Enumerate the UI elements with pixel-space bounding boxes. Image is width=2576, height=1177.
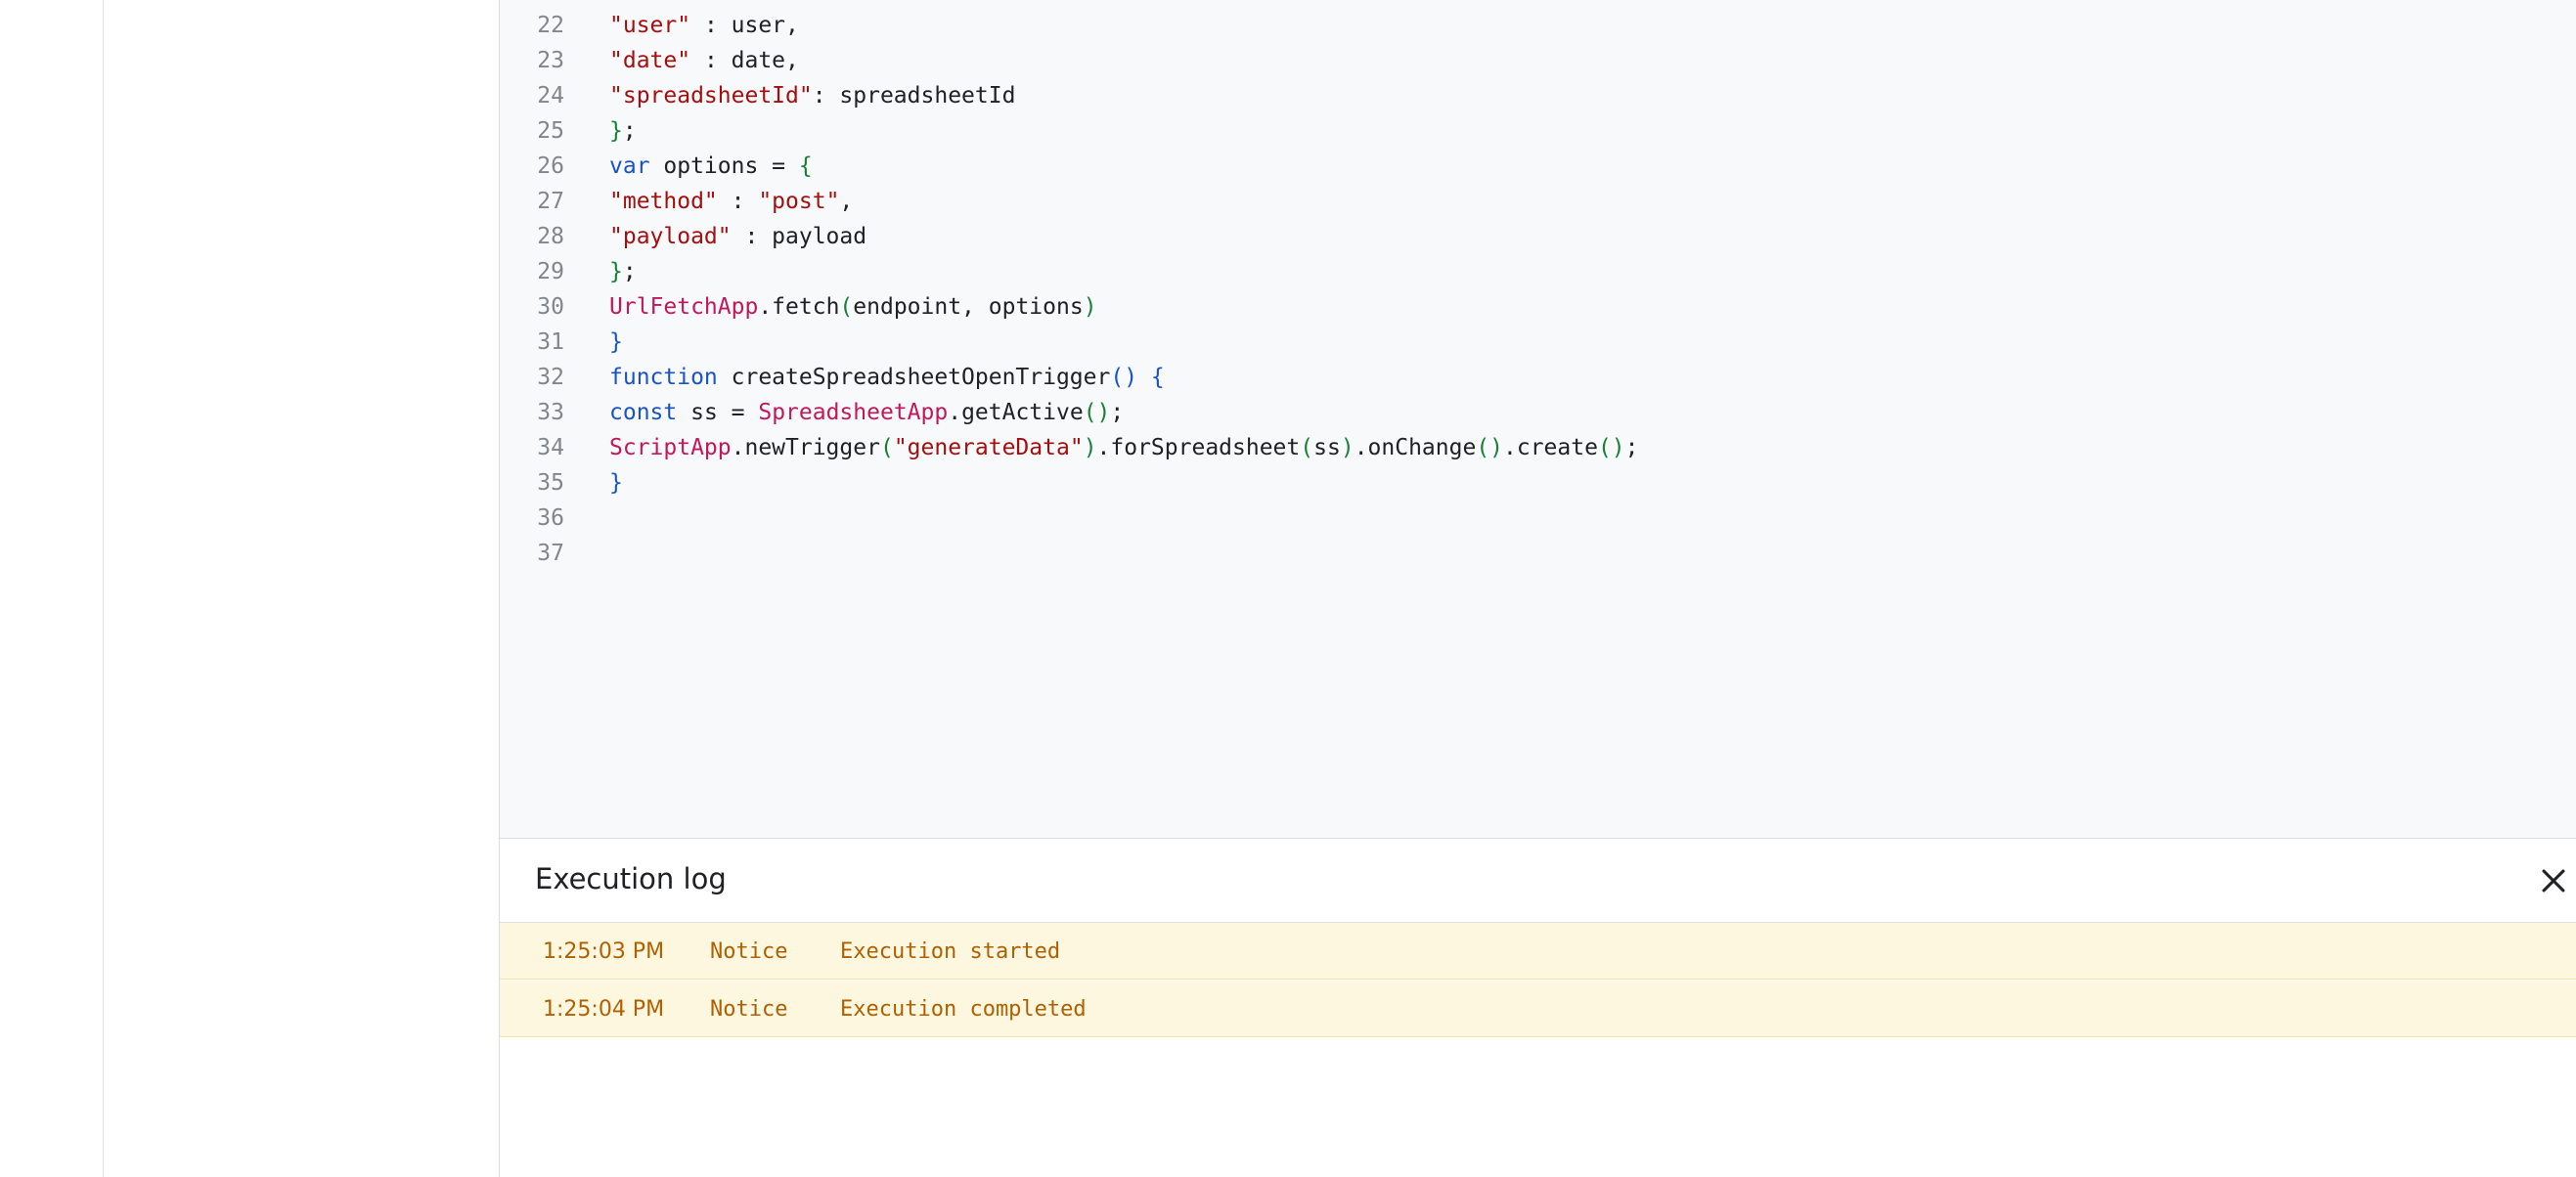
code-token: )	[1083, 294, 1097, 320]
line-number: 28	[537, 224, 564, 249]
code-token: options =	[649, 153, 799, 179]
log-level: Notice	[710, 939, 788, 964]
code-token: ;	[1624, 435, 1639, 460]
code-token: SpreadsheetApp	[758, 400, 949, 425]
code-token: "spreadsheetId"	[609, 83, 813, 109]
execution-log-title: Execution log	[535, 862, 727, 895]
line-number: 36	[537, 505, 564, 531]
code-token: (	[1300, 435, 1314, 460]
log-time: 1:25:04 PM	[543, 997, 665, 1022]
line-number: 27	[537, 189, 564, 214]
code-token: .getActive	[948, 400, 1084, 425]
log-entry: 1:25:03 PM Notice Execution started	[500, 923, 2576, 980]
code-token: : spreadsheetId	[812, 83, 1016, 109]
line-number: 25	[537, 118, 564, 144]
line-number: 33	[537, 400, 564, 425]
code-token: }	[609, 259, 623, 284]
code-text: };	[609, 113, 637, 149]
log-time: 1:25:03 PM	[543, 939, 665, 964]
log-message: Execution completed	[840, 997, 1087, 1022]
code-token: .fetch	[758, 294, 840, 320]
code-token: :	[717, 189, 759, 214]
code-token: endpoint, options	[853, 294, 1084, 320]
code-token: )	[1340, 435, 1355, 460]
code-token: ScriptApp	[609, 435, 732, 460]
code-token: const	[609, 400, 678, 425]
log-level: Notice	[710, 997, 788, 1022]
code-text: ScriptApp.newTrigger("generateData").for…	[609, 430, 1639, 465]
line-number: 37	[537, 541, 564, 566]
code-token: var	[609, 153, 650, 179]
code-text: "spreadsheetId": spreadsheetId	[609, 78, 1015, 113]
line-number: 23	[537, 48, 564, 73]
line-number: 24	[537, 83, 564, 109]
code-token: ,	[839, 189, 854, 214]
code-token: )	[1083, 435, 1097, 460]
left-rail	[0, 0, 104, 1177]
code-token: ()	[1597, 435, 1625, 460]
code-text: function createSpreadsheetOpenTrigger() …	[609, 360, 1165, 395]
code-token: .newTrigger	[731, 435, 880, 460]
code-token: "user"	[609, 13, 691, 38]
line-number: 32	[537, 365, 564, 390]
code-token: }	[609, 470, 623, 496]
line-number: 35	[537, 470, 564, 496]
code-text: "method" : "post",	[609, 184, 853, 219]
line-number: 34	[537, 435, 564, 460]
code-token: {	[798, 153, 813, 179]
close-icon[interactable]	[2537, 864, 2570, 897]
code-token: ss =	[677, 400, 759, 425]
line-number: 30	[537, 294, 564, 320]
code-token: : date,	[690, 48, 799, 73]
code-token: : user,	[690, 13, 799, 38]
code-text: "payload" : payload	[609, 219, 866, 254]
line-number: 31	[537, 329, 564, 355]
code-token: {	[1150, 365, 1165, 390]
code-text: }	[609, 465, 623, 501]
execution-log-panel: Execution log 1:25:03 PM Notice Execution …	[500, 839, 2576, 1177]
code-token: "generateData"	[893, 435, 1084, 460]
code-token: : payload	[731, 224, 867, 249]
code-token: UrlFetchApp	[609, 294, 759, 320]
code-text: const ss = SpreadsheetApp.getActive();	[609, 395, 1124, 430]
code-token: ()	[1476, 435, 1504, 460]
line-number: 26	[537, 153, 564, 179]
code-text: "user" : user,	[609, 8, 799, 43]
line-number: 29	[537, 259, 564, 284]
code-token: .create	[1503, 435, 1598, 460]
log-message: Execution started	[840, 939, 1061, 964]
code-editor[interactable]: 22 "user" : user, 23 "date" : date, 24 "sprea…	[500, 0, 2576, 839]
files-side-panel	[104, 0, 500, 1177]
code-text: UrlFetchApp.fetch(endpoint, options)	[609, 289, 1097, 325]
code-token: "payload"	[609, 224, 732, 249]
code-token: }	[609, 118, 623, 144]
code-token: ()	[1083, 400, 1111, 425]
code-token: createSpreadsheetOpenTrigger	[717, 365, 1111, 390]
code-token: ss	[1313, 435, 1341, 460]
code-token: .forSpreadsheet	[1096, 435, 1301, 460]
code-token: ;	[622, 118, 637, 144]
code-token: (	[839, 294, 854, 320]
code-token: ()	[1110, 365, 1138, 390]
log-entry: 1:25:04 PM Notice Execution completed	[500, 981, 2576, 1037]
code-text: };	[609, 254, 637, 289]
code-token: .onChange	[1354, 435, 1477, 460]
code-text: "date" : date,	[609, 43, 799, 78]
code-text: }	[609, 325, 623, 360]
line-number: 22	[537, 13, 564, 38]
code-token: }	[609, 329, 623, 355]
code-token: "date"	[609, 48, 691, 73]
code-text: var options = {	[609, 149, 813, 184]
code-token: function	[609, 365, 718, 390]
execution-log-header: Execution log	[500, 839, 2576, 923]
code-token: ;	[1110, 400, 1125, 425]
code-token: ;	[622, 259, 637, 284]
code-token: (	[879, 435, 894, 460]
code-token: "method"	[609, 189, 718, 214]
code-token: "post"	[758, 189, 840, 214]
